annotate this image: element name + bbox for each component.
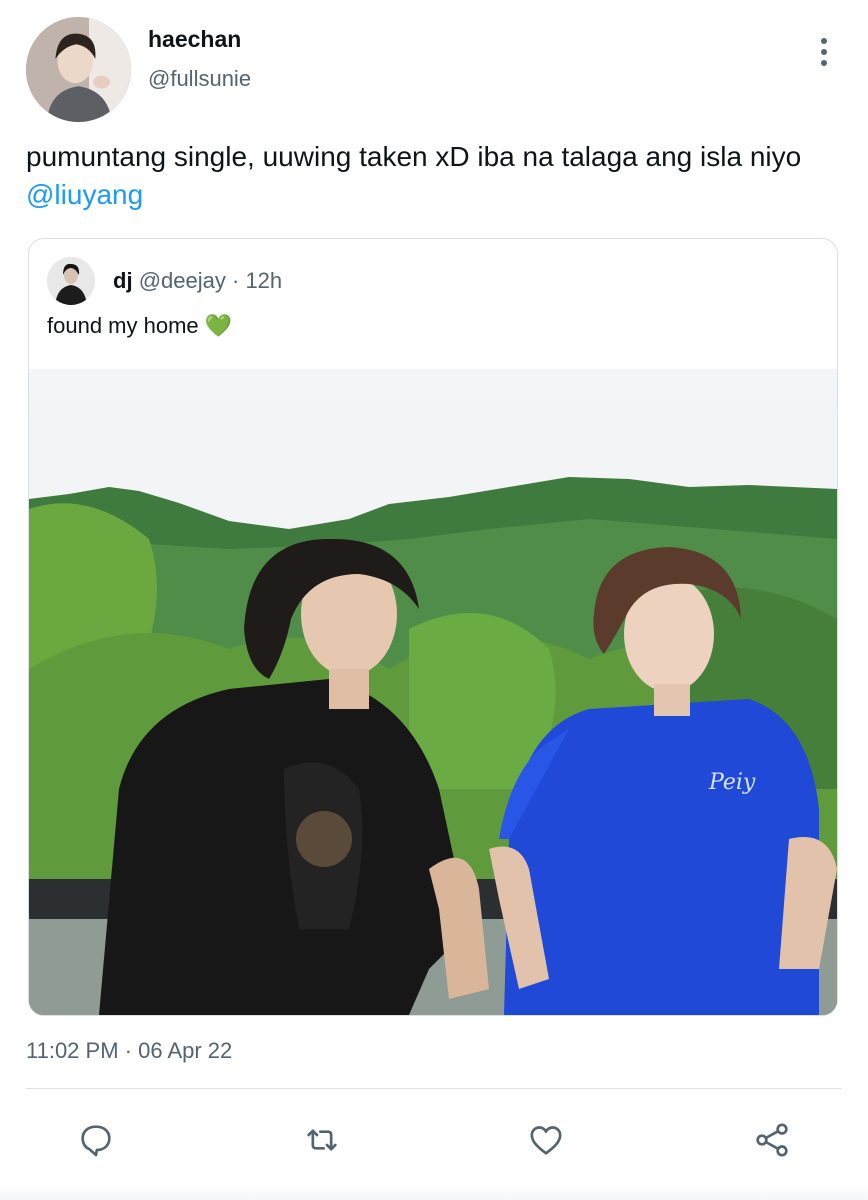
tweet-body: pumuntang single, uuwing taken xD iba na… [26, 141, 802, 172]
tweet-card: haechan @fullsunie pumuntang single, uuw… [0, 0, 868, 1200]
share-icon[interactable] [748, 1116, 796, 1164]
tweet-timestamp[interactable]: 11:02 PM · 06 Apr 22 [26, 1038, 232, 1064]
divider [26, 1088, 842, 1089]
quote-meta: dj @deejay · 12h [113, 268, 282, 294]
green-heart-emoji: 💚 [204, 313, 233, 338]
mention-link[interactable]: @liuyang [26, 179, 143, 210]
heart-icon[interactable] [522, 1116, 570, 1164]
quote-time[interactable]: 12h [245, 268, 282, 293]
quote-separator: · [231, 268, 240, 293]
quote-display-name[interactable]: dj [113, 268, 133, 293]
tweet-text: pumuntang single, uuwing taken xD iba na… [26, 138, 836, 214]
reply-icon[interactable] [72, 1116, 120, 1164]
more-icon[interactable] [808, 32, 840, 72]
author-avatar[interactable] [26, 17, 131, 122]
quote-body: found my home [47, 313, 205, 338]
quoted-tweet[interactable]: dj @deejay · 12h found my home 💚 Peiy [28, 238, 838, 1016]
quote-author-avatar[interactable] [47, 257, 95, 305]
quote-handle[interactable]: @deejay [139, 268, 226, 293]
action-bar [0, 1110, 868, 1170]
retweet-icon[interactable] [298, 1116, 346, 1164]
author-display-name[interactable]: haechan [148, 26, 241, 53]
quote-text: found my home 💚 [47, 313, 232, 339]
bottom-edge [0, 1186, 868, 1200]
svg-text:Peiy: Peiy [708, 770, 756, 795]
quote-photo[interactable]: Peiy [29, 369, 837, 1015]
author-handle[interactable]: @fullsunie [148, 66, 251, 92]
